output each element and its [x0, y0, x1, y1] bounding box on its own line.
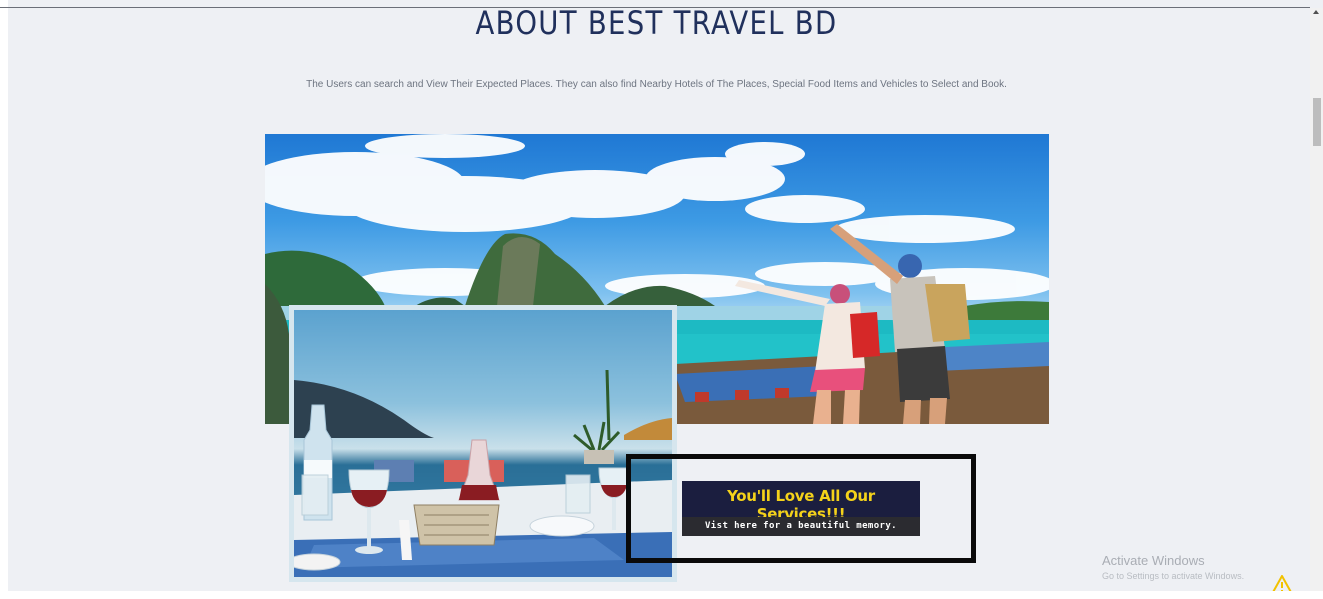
- scroll-thumb[interactable]: [1313, 98, 1321, 146]
- activate-windows-watermark: Activate Windows Go to Settings to activ…: [1102, 553, 1244, 583]
- services-ad-banner[interactable]: You'll Love All Our Services!!! Vist her…: [682, 481, 920, 536]
- ad-headline: You'll Love All Our Services!!!: [727, 487, 875, 523]
- scroll-up-arrow-icon[interactable]: [1313, 10, 1319, 14]
- bottom-edge: [0, 591, 1323, 599]
- ad-subline: Vist here for a beautiful memory.: [682, 517, 920, 536]
- page: ABOUT BEST TRAVEL BD The Users can searc…: [0, 0, 1323, 599]
- left-edge: [0, 0, 8, 599]
- vertical-scrollbar[interactable]: [1310, 8, 1323, 591]
- watermark-title: Activate Windows: [1102, 553, 1205, 568]
- dining-photo: [289, 305, 677, 582]
- about-title: ABOUT BEST TRAVEL BD: [475, 4, 838, 42]
- about-intro: The Users can search and View Their Expe…: [306, 79, 1007, 90]
- watermark-subtitle: Go to Settings to activate Windows.: [1102, 571, 1245, 581]
